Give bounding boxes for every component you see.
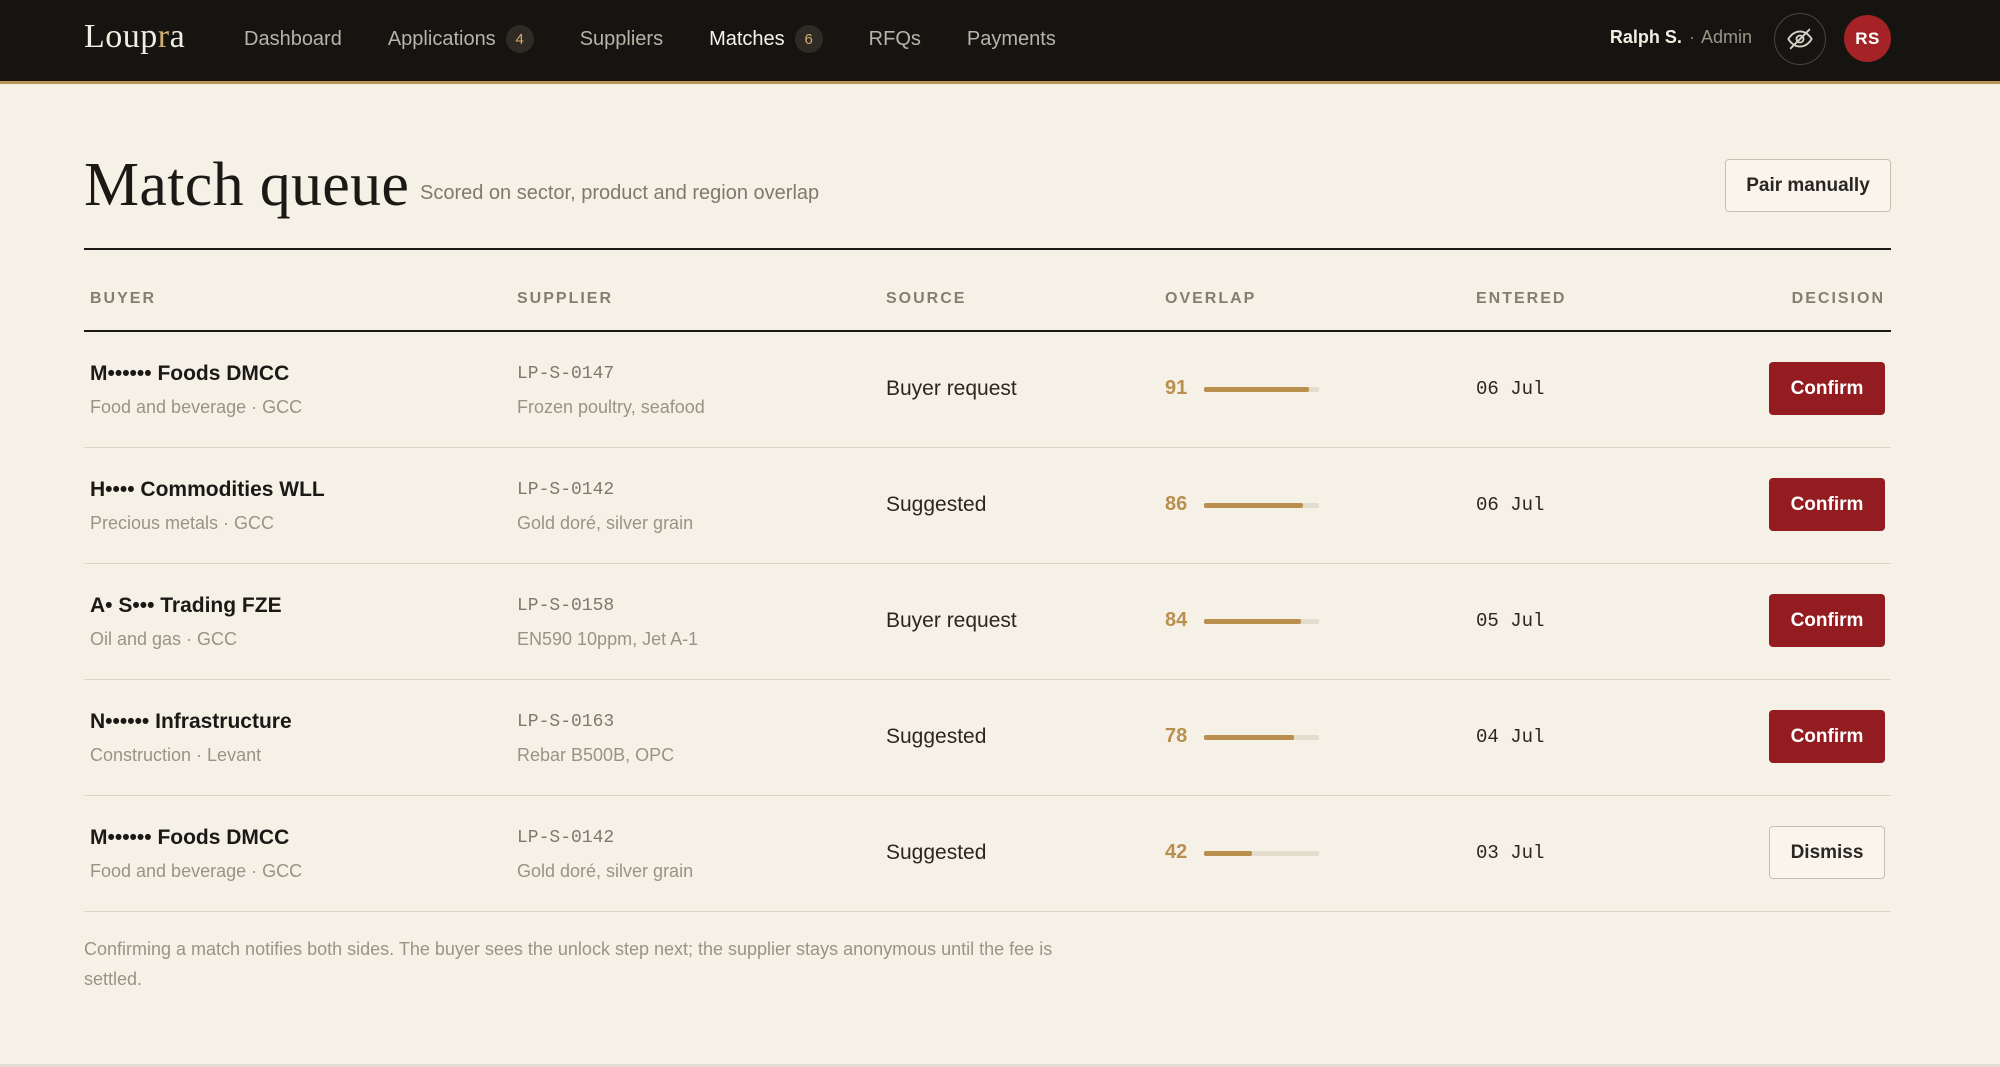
column-header-decision[interactable]: DECISION xyxy=(1792,290,1885,308)
supplier-products: Gold doré, silver grain xyxy=(517,861,694,881)
buyer-sector: Construction · Levant xyxy=(90,745,262,765)
top-navigation-bar: Loupra Dashboard Applications 4 Suppliers… xyxy=(0,0,2000,84)
overlap-score: 91 xyxy=(1165,377,1188,399)
nav-item-suppliers[interactable]: Suppliers xyxy=(580,28,663,51)
buyer-name[interactable]: N•••••• Infrastructure xyxy=(90,710,292,734)
supplier-id[interactable]: LP-S-0142 xyxy=(517,480,614,500)
overlap-score: 42 xyxy=(1165,841,1188,863)
table-header: BUYER SUPPLIER SOURCE OVERLAP ENTERED DE… xyxy=(84,290,1891,330)
nav-item-matches[interactable]: Matches 6 xyxy=(709,25,823,53)
main-nav: Dashboard Applications 4 Suppliers Matche… xyxy=(244,0,1102,78)
pair-manually-button[interactable]: Pair manually xyxy=(1725,159,1891,212)
footnote: Confirming a match notifies both sides. … xyxy=(84,939,1053,989)
confirm-button[interactable]: Confirm xyxy=(1769,594,1885,647)
buyer-sector: Food and beverage · GCC xyxy=(90,397,303,417)
user-separator: · xyxy=(1688,27,1695,47)
nav-label: Payments xyxy=(966,27,1056,50)
column-header-overlap[interactable]: OVERLAP xyxy=(1165,290,1256,308)
matches-count-badge: 6 xyxy=(794,25,823,53)
applications-count-badge: 4 xyxy=(505,25,534,53)
overlap-score: 78 xyxy=(1165,725,1188,747)
page-subtitle: Scored on sector, product and region ove… xyxy=(420,182,820,204)
overlap-bar xyxy=(1204,735,1319,740)
overlap-bar-fill xyxy=(1204,851,1253,856)
app-logo[interactable]: Loupra xyxy=(84,18,185,56)
privacy-toggle-button[interactable] xyxy=(1774,13,1826,65)
nav-label: Matches xyxy=(709,27,785,50)
overlap-bar xyxy=(1204,851,1319,856)
nav-label: Dashboard xyxy=(244,27,342,50)
current-user: Ralph S. · Admin xyxy=(1610,27,1752,48)
nav-label: Suppliers xyxy=(579,27,664,50)
column-header-entered[interactable]: ENTERED xyxy=(1476,290,1566,308)
nav-item-rfqs[interactable]: RFQs xyxy=(869,28,921,51)
column-header-supplier[interactable]: SUPPLIER xyxy=(517,290,613,308)
match-source: Suggested xyxy=(886,493,987,516)
supplier-products: Gold doré, silver grain xyxy=(517,513,694,533)
buyer-name[interactable]: A• S••• Trading FZE xyxy=(90,594,282,618)
supplier-products: EN590 10ppm, Jet A-1 xyxy=(517,629,699,649)
match-source: Buyer request xyxy=(886,377,1017,400)
overlap-bar-fill xyxy=(1204,619,1301,624)
dismiss-button[interactable]: Dismiss xyxy=(1769,826,1885,879)
confirm-button[interactable]: Confirm xyxy=(1769,362,1885,415)
supplier-products: Rebar B500B, OPC xyxy=(517,745,675,765)
eye-off-icon xyxy=(1787,28,1813,50)
user-avatar[interactable]: RS xyxy=(1844,15,1891,62)
column-header-source[interactable]: SOURCE xyxy=(886,290,966,308)
nav-label: Applications xyxy=(387,27,496,50)
nav-item-dashboard[interactable]: Dashboard xyxy=(244,28,342,51)
confirm-button[interactable]: Confirm xyxy=(1769,710,1885,763)
buyer-name[interactable]: M•••••• Foods DMCC xyxy=(90,826,289,850)
match-source: Suggested xyxy=(886,725,987,748)
confirm-button[interactable]: Confirm xyxy=(1769,478,1885,531)
match-source: Buyer request xyxy=(886,609,1017,632)
entered-date: 06 Jul xyxy=(1476,494,1545,516)
supplier-id[interactable]: LP-S-0142 xyxy=(517,828,614,848)
supplier-id[interactable]: LP-S-0158 xyxy=(517,596,614,616)
nav-item-payments[interactable]: Payments xyxy=(967,28,1056,51)
entered-date: 04 Jul xyxy=(1476,726,1545,748)
overlap-bar xyxy=(1204,503,1319,508)
table-row: N•••••• Infrastructure Construction · Le… xyxy=(84,680,1891,796)
table-row: M•••••• Foods DMCC Food and beverage · G… xyxy=(84,332,1891,448)
buyer-sector: Precious metals · GCC xyxy=(90,513,275,533)
column-header-buyer[interactable]: BUYER xyxy=(90,290,156,308)
table-row: H•••• Commodities WLL Precious metals · … xyxy=(84,448,1891,564)
buyer-sector: Food and beverage · GCC xyxy=(90,861,303,881)
buyer-name[interactable]: H•••• Commodities WLL xyxy=(90,478,325,502)
overlap-bar xyxy=(1204,619,1319,624)
match-source: Suggested xyxy=(886,841,987,864)
user-name: Ralph S. xyxy=(1609,27,1682,47)
nav-item-applications[interactable]: Applications 4 xyxy=(388,25,534,53)
table-row: A• S••• Trading FZE Oil and gas · GCC LP… xyxy=(84,564,1891,680)
buyer-name[interactable]: M•••••• Foods DMCC xyxy=(90,362,289,386)
page-title: Match queue xyxy=(84,151,410,219)
header-divider xyxy=(84,248,1891,250)
supplier-id[interactable]: LP-S-0163 xyxy=(517,712,614,732)
overlap-bar xyxy=(1204,387,1319,392)
buyer-sector: Oil and gas · GCC xyxy=(90,629,238,649)
user-role: Admin xyxy=(1700,27,1752,47)
nav-label: RFQs xyxy=(868,27,921,50)
overlap-score: 84 xyxy=(1165,609,1188,631)
overlap-score: 86 xyxy=(1165,493,1188,515)
entered-date: 03 Jul xyxy=(1476,842,1545,864)
overlap-bar-fill xyxy=(1204,387,1309,392)
supplier-products: Frozen poultry, seafood xyxy=(517,397,705,417)
overlap-bar-fill xyxy=(1204,503,1303,508)
entered-date: 05 Jul xyxy=(1476,610,1545,632)
overlap-bar-fill xyxy=(1204,735,1294,740)
entered-date: 06 Jul xyxy=(1476,378,1545,400)
supplier-id[interactable]: LP-S-0147 xyxy=(517,364,614,384)
table-row: M•••••• Foods DMCC Food and beverage · G… xyxy=(84,796,1891,912)
